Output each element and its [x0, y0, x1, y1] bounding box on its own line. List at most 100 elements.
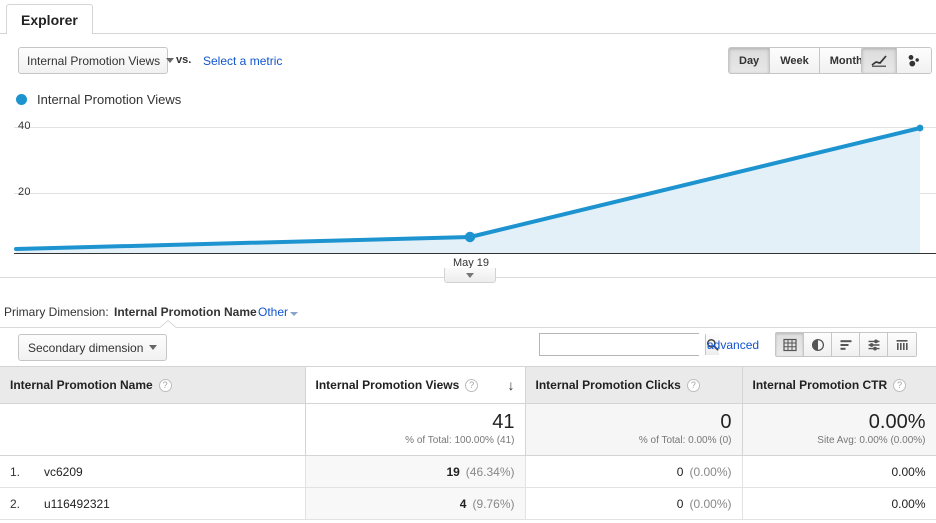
- help-icon[interactable]: ?: [465, 378, 479, 392]
- primary-dimension-other-link[interactable]: Other: [258, 305, 288, 319]
- totals-cell-name: [0, 403, 306, 456]
- row-cell-clicks: 0 (0.00%): [525, 487, 743, 520]
- chart-collapse-handle[interactable]: [444, 268, 496, 283]
- primary-dimension-bar: Primary Dimension: Internal Promotion Na…: [0, 303, 936, 325]
- chart-data-point-may-19[interactable]: [464, 231, 476, 243]
- chart-baseline-axis: [14, 253, 936, 254]
- row-promotion-name[interactable]: u116492321: [44, 497, 110, 511]
- pivot-view-button[interactable]: [888, 333, 916, 356]
- line-chart-icon: [871, 55, 887, 67]
- totals-clicks-subtext: % of Total: 0.00% (0): [638, 434, 732, 446]
- line-chart-button[interactable]: [862, 48, 897, 73]
- advanced-search-link[interactable]: advanced: [707, 338, 759, 352]
- row-views-value: 4: [459, 496, 467, 511]
- primary-dimension-label: Primary Dimension:: [4, 305, 109, 319]
- granularity-toggle-group: Day Week Month: [728, 47, 874, 74]
- column-header-label: Internal Promotion Views: [315, 378, 460, 392]
- row-clicks-percent: (0.00%): [689, 496, 732, 511]
- chevron-down-icon: [149, 345, 158, 350]
- row-promotion-name[interactable]: vc6209: [44, 465, 83, 479]
- row-cell-views: 19 (46.34%): [305, 455, 526, 488]
- totals-cell-views: 41 % of Total: 100.00% (41): [305, 403, 526, 456]
- secondary-dimension-label: Secondary dimension: [28, 340, 144, 355]
- row-cell-ctr: 0.00%: [742, 487, 936, 520]
- table-row[interactable]: 2. u116492321 4 (9.76%) 0 (0.00%) 0.00%: [0, 487, 936, 520]
- help-icon[interactable]: ?: [686, 378, 700, 392]
- column-header-internal-promotion-views[interactable]: Internal Promotion Views ? ↓: [305, 366, 526, 404]
- row-cell-clicks: 0 (0.00%): [525, 455, 743, 488]
- row-cell-name: 2. u116492321: [0, 487, 306, 520]
- row-ctr-value: 0.00%: [891, 496, 926, 511]
- chart-legend: Internal Promotion Views: [16, 92, 181, 107]
- motion-chart-icon: [908, 55, 919, 67]
- totals-ctr-value: 0.00%: [868, 410, 926, 433]
- table-row[interactable]: 1. vc6209 19 (46.34%) 0 (0.00%) 0.00%: [0, 455, 936, 488]
- vs-label: vs.: [176, 54, 192, 66]
- granularity-month-label: Month: [829, 54, 863, 67]
- column-header-label: Internal Promotion Name: [10, 378, 153, 392]
- primary-metric-label: Internal Promotion Views: [27, 53, 161, 68]
- row-clicks-percent: (0.00%): [689, 464, 732, 479]
- row-views-percent: (9.76%): [472, 496, 515, 511]
- row-index: 1.: [10, 464, 21, 479]
- row-cell-views: 4 (9.76%): [305, 487, 526, 520]
- column-header-label: Internal Promotion Clicks: [535, 378, 681, 392]
- pie-chart-view-button[interactable]: [804, 333, 832, 356]
- granularity-week-button[interactable]: Week: [770, 48, 820, 73]
- column-header-label: Internal Promotion CTR: [752, 378, 888, 392]
- row-cell-ctr: 0.00%: [742, 455, 936, 488]
- help-icon[interactable]: ?: [893, 378, 907, 392]
- report-data-table: Internal Promotion Name ? Internal Promo…: [0, 366, 936, 520]
- performance-view-button[interactable]: [832, 333, 860, 356]
- row-views-value: 19: [446, 464, 460, 479]
- comparison-view-icon: [868, 339, 879, 350]
- granularity-day-button[interactable]: Day: [729, 48, 771, 73]
- table-view-button[interactable]: [776, 333, 804, 356]
- totals-views-subtext: % of Total: 100.00% (41): [405, 434, 515, 446]
- secondary-dimension-button[interactable]: Secondary dimension: [18, 334, 168, 361]
- help-icon[interactable]: ?: [158, 378, 172, 392]
- primary-dimension-value[interactable]: Internal Promotion Name: [114, 305, 257, 319]
- column-header-internal-promotion-name[interactable]: Internal Promotion Name ?: [0, 366, 306, 404]
- sort-descending-icon[interactable]: ↓: [508, 378, 515, 392]
- totals-views-value: 41: [492, 410, 515, 433]
- column-header-internal-promotion-clicks[interactable]: Internal Promotion Clicks ?: [525, 366, 743, 404]
- chart-data-point-last[interactable]: [916, 124, 924, 132]
- row-ctr-value: 0.00%: [891, 464, 926, 479]
- report-tabstrip: Explorer: [0, 0, 936, 34]
- table-search-box[interactable]: [539, 333, 719, 356]
- performance-view-icon: [840, 339, 851, 350]
- search-input[interactable]: [540, 334, 705, 355]
- table-view-type-group: [775, 332, 917, 357]
- chevron-down-icon: [290, 312, 298, 316]
- totals-cell-ctr: 0.00% Site Avg: 0.00% (0.00%): [742, 403, 936, 456]
- tab-explorer[interactable]: Explorer: [6, 4, 93, 34]
- table-header-row: Internal Promotion Name ? Internal Promo…: [0, 366, 936, 404]
- pie-chart-view-icon: [811, 338, 824, 351]
- select-a-metric-link[interactable]: Select a metric: [203, 54, 282, 68]
- pivot-view-icon: [896, 339, 908, 350]
- analytics-explorer-page: Explorer Internal Promotion Views vs. Se…: [0, 0, 936, 523]
- totals-cell-clicks: 0 % of Total: 0.00% (0): [525, 403, 743, 456]
- granularity-day-label: Day: [739, 54, 760, 67]
- primary-metric-select[interactable]: Internal Promotion Views: [18, 47, 175, 74]
- granularity-week-label: Week: [780, 54, 809, 67]
- row-clicks-value: 0: [676, 496, 684, 511]
- timeline-chart: 40 20: [0, 112, 936, 257]
- totals-clicks-value: 0: [720, 410, 732, 433]
- tab-explorer-label: Explorer: [21, 11, 78, 28]
- row-index: 2.: [10, 496, 21, 511]
- row-cell-name: 1. vc6209: [0, 455, 306, 488]
- legend-series-label: Internal Promotion Views: [37, 92, 182, 107]
- chevron-down-icon: [466, 272, 474, 278]
- column-header-internal-promotion-ctr[interactable]: Internal Promotion CTR ?: [742, 366, 936, 404]
- legend-series-dot-icon: [16, 94, 27, 105]
- chevron-down-icon: [166, 58, 175, 63]
- tabstrip-divider: [0, 33, 936, 34]
- row-views-percent: (46.34%): [465, 464, 515, 479]
- table-totals-row: 41 % of Total: 100.00% (41) 0 % of Total…: [0, 403, 936, 456]
- motion-chart-button[interactable]: [897, 48, 931, 73]
- chart-type-toggle-group: [861, 47, 932, 74]
- comparison-view-button[interactable]: [860, 333, 888, 356]
- primary-dimension-pointer: [160, 321, 176, 328]
